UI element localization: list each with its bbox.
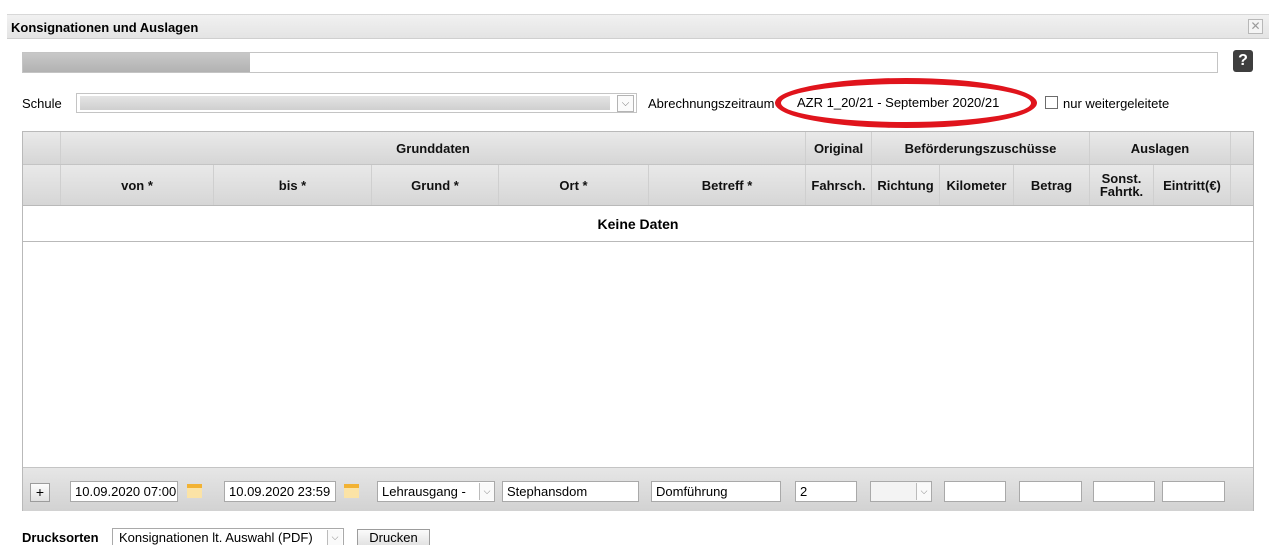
group-header-befoerderung: Beförderungszuschüsse [871, 132, 1089, 164]
entry-row: + 10.09.2020 07:00 10.09.2020 23:59 Lehr… [23, 467, 1253, 511]
col-richtung[interactable]: Richtung [871, 165, 939, 205]
schule-label: Schule [22, 96, 62, 111]
scroll-header [1230, 165, 1255, 205]
column-header-row: von * bis * Grund * Ort * Betreff * Fahr… [23, 165, 1253, 206]
consignments-table: Grunddaten Original Beförderungszuschüss… [22, 131, 1254, 511]
add-row-button[interactable]: + [30, 483, 50, 502]
group-header-original: Original [805, 132, 871, 164]
col-kilometer[interactable]: Kilometer [939, 165, 1013, 205]
drucksorten-label: Drucksorten [22, 530, 99, 545]
calendar-icon[interactable] [344, 484, 359, 498]
chevron-down-icon[interactable]: ⌵ [617, 95, 634, 112]
window-titlebar: Konsignationen und Auslagen ✕ [7, 14, 1269, 39]
kilometer-input[interactable] [944, 481, 1006, 502]
col-ort[interactable]: Ort * [498, 165, 648, 205]
schule-select-value [80, 96, 610, 110]
col-grund[interactable]: Grund * [371, 165, 498, 205]
print-button[interactable]: Drucken [357, 529, 430, 545]
col-sonst[interactable]: Sonst. Fahrtk. [1089, 165, 1153, 205]
scroll-header [1230, 132, 1255, 164]
forwarded-checkbox[interactable] [1045, 96, 1058, 109]
col-eintritt[interactable]: Eintritt(€) [1153, 165, 1230, 205]
bis-input[interactable]: 10.09.2020 23:59 [224, 481, 336, 502]
group-header-auslagen: Auslagen [1089, 132, 1230, 164]
col-fahrsch[interactable]: Fahrsch. [805, 165, 871, 205]
period-select[interactable]: AZR 1_20/21 - September 2020/21 [794, 92, 1021, 114]
row-selector-header [23, 132, 60, 164]
row-selector-header [23, 165, 60, 205]
close-icon[interactable]: ✕ [1248, 19, 1263, 34]
help-icon[interactable]: ? [1233, 50, 1253, 72]
empty-message: Keine Daten [23, 206, 1253, 242]
calendar-icon[interactable] [187, 484, 202, 498]
col-bis[interactable]: bis * [213, 165, 371, 205]
window-title: Konsignationen und Auslagen [11, 20, 199, 35]
betrag-input[interactable] [1019, 481, 1082, 502]
richtung-select[interactable]: ⌵ [870, 481, 932, 502]
drucksorten-select[interactable]: Konsignationen lt. Auswahl (PDF) ⌵ [112, 528, 344, 545]
forwarded-label: nur weitergeleitete [1063, 96, 1170, 111]
von-input[interactable]: 10.09.2020 07:00 [70, 481, 178, 502]
col-betreff[interactable]: Betreff * [648, 165, 805, 205]
progress-fill [23, 53, 250, 72]
sonst-input[interactable] [1093, 481, 1155, 502]
grund-select[interactable]: Lehrausgang - ⌵ [377, 481, 495, 502]
eintritt-input[interactable] [1162, 481, 1225, 502]
group-header-row: Grunddaten Original Beförderungszuschüss… [23, 132, 1253, 165]
period-label: Abrechnungszeitraum [648, 96, 775, 111]
betreff-input[interactable]: Domführung [651, 481, 781, 502]
col-von[interactable]: von * [60, 165, 213, 205]
drucksorten-select-value: Konsignationen lt. Auswahl (PDF) [119, 530, 313, 545]
chevron-down-icon[interactable]: ⌵ [327, 530, 342, 545]
ort-input[interactable]: Stephansdom [502, 481, 639, 502]
chevron-down-icon[interactable]: ⌵ [479, 483, 494, 500]
schule-select[interactable]: ⌵ [76, 93, 637, 113]
grund-select-value: Lehrausgang - [382, 484, 466, 499]
progress-bar [22, 52, 1218, 73]
group-header-grunddaten: Grunddaten [60, 132, 805, 164]
chevron-down-icon[interactable]: ⌵ [916, 483, 931, 500]
col-betrag[interactable]: Betrag [1013, 165, 1089, 205]
fahrsch-input[interactable]: 2 [795, 481, 857, 502]
